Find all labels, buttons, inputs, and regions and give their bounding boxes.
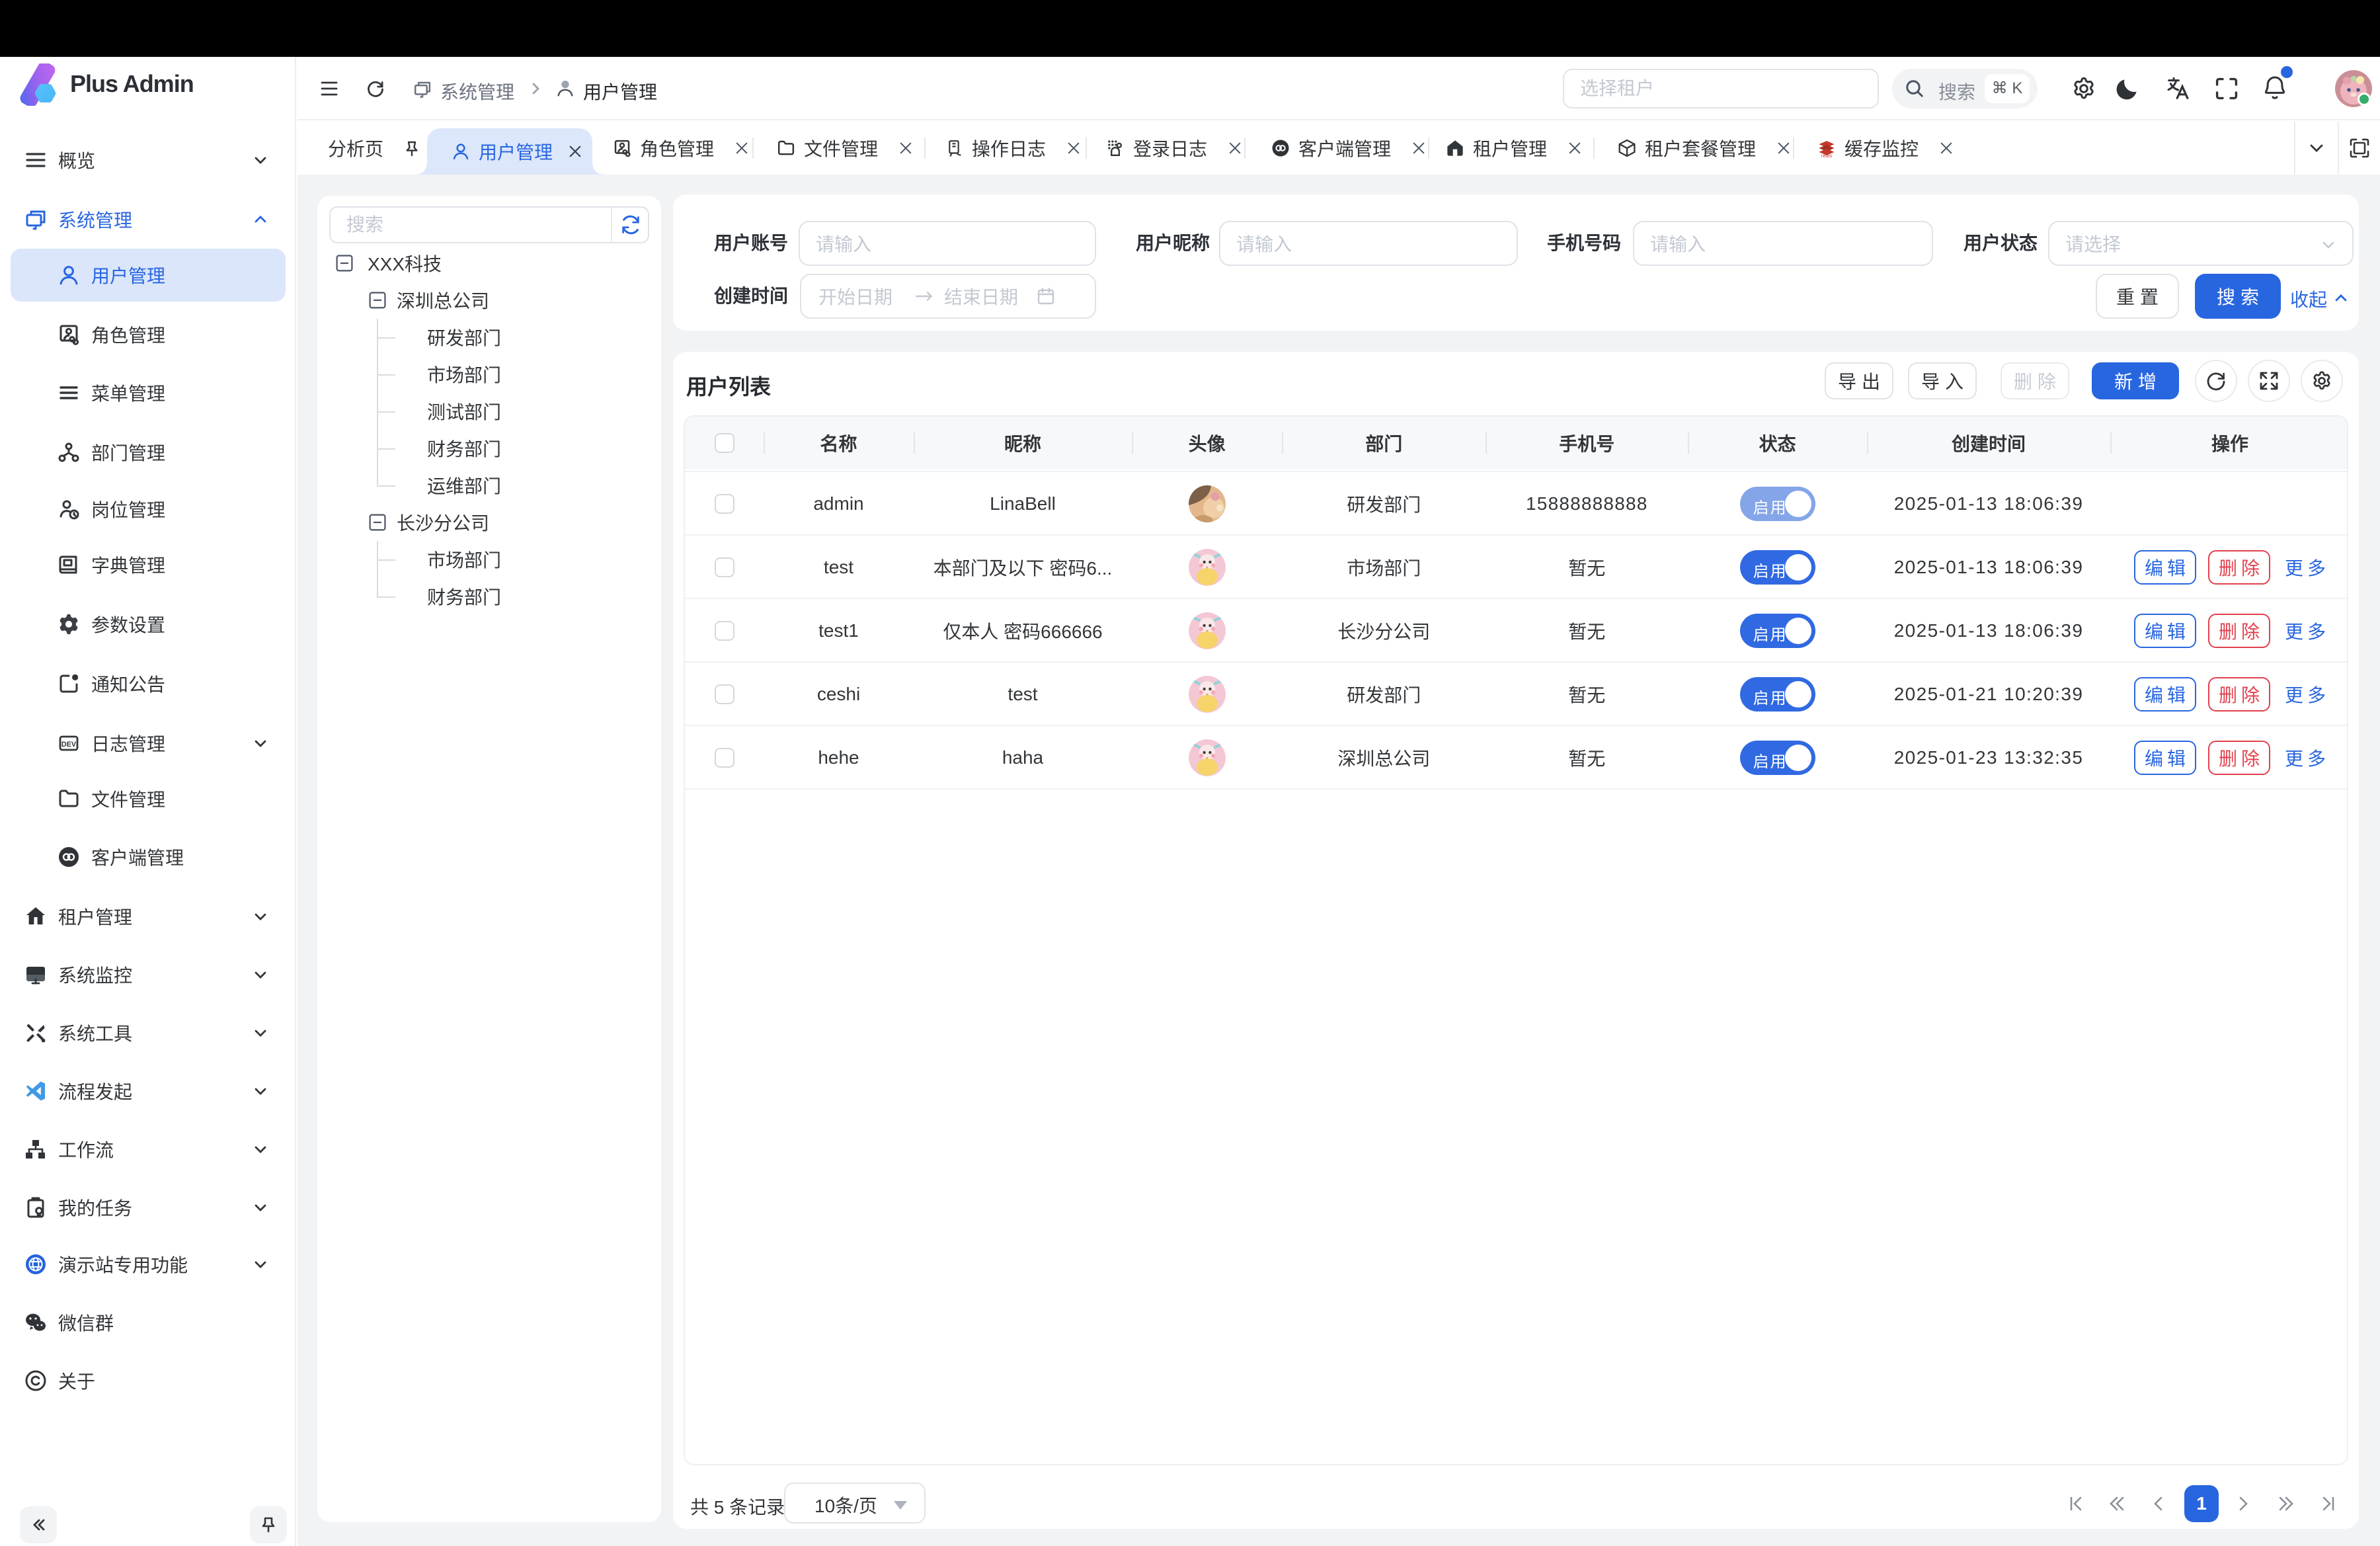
svg-text:DEV: DEV bbox=[61, 741, 77, 749]
svg-text:redis: redis bbox=[1821, 153, 1833, 158]
